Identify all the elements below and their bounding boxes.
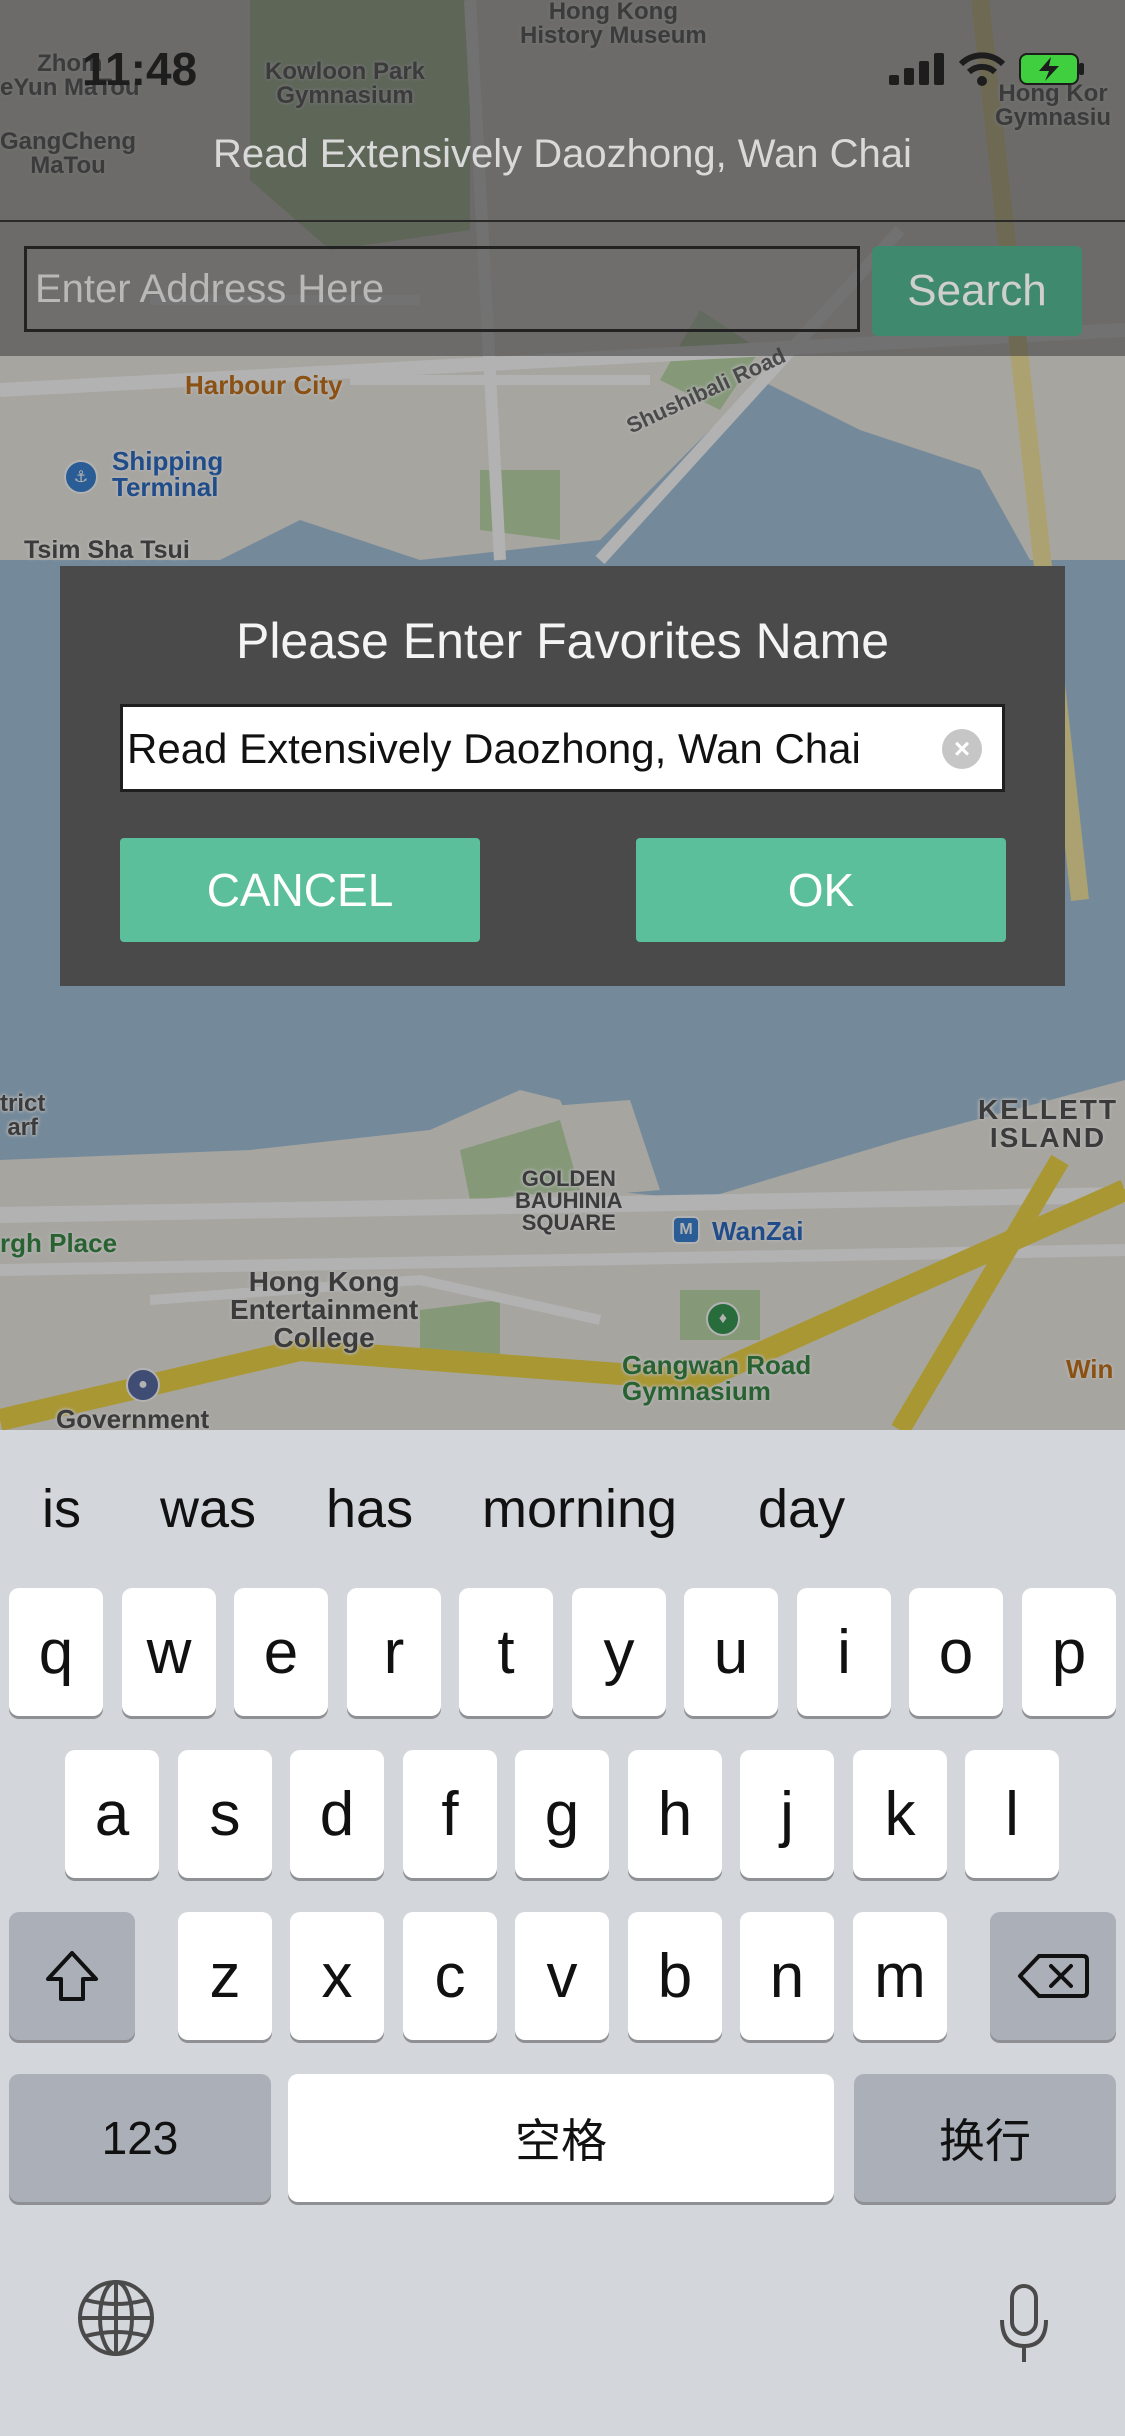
key-p[interactable]: p [1022,1588,1116,1716]
clear-text-icon[interactable]: × [942,729,982,769]
key-j[interactable]: j [740,1750,834,1878]
nav-divider [0,220,1125,222]
key-u[interactable]: u [684,1588,778,1716]
key-n[interactable]: n [740,1912,834,2040]
suggestion-item[interactable]: was [160,1478,256,1540]
key-i[interactable]: i [797,1588,891,1716]
keyboard: is was has morning day q w e r t y u i o… [0,1430,1125,2436]
favorites-name-dialog: Please Enter Favorites Name Read Extensi… [60,566,1065,986]
favorites-name-input[interactable]: Read Extensively Daozhong, Wan Chai × [120,704,1005,792]
favorites-name-value[interactable]: Read Extensively Daozhong, Wan Chai [127,725,861,773]
globe-icon[interactable] [76,2278,156,2358]
key-m[interactable]: m [853,1912,947,2040]
backspace-icon [1018,1954,1089,1998]
address-input[interactable] [24,246,860,332]
cancel-button[interactable]: CANCEL [120,838,480,942]
key-z[interactable]: z [178,1912,272,2040]
status-time: 11:48 [82,43,198,95]
shift-key[interactable] [9,1912,135,2040]
suggestion-bar: is was has morning day [0,1430,1125,1590]
space-key[interactable]: 空格 [288,2074,834,2202]
dialog-title: Please Enter Favorites Name [235,613,890,669]
key-a[interactable]: a [65,1750,159,1878]
key-y[interactable]: y [572,1588,666,1716]
key-k[interactable]: k [853,1750,947,1878]
shift-icon [46,1951,98,2001]
key-b[interactable]: b [628,1912,722,2040]
key-e[interactable]: e [234,1588,328,1716]
ok-button[interactable]: OK [636,838,1006,942]
key-h[interactable]: h [628,1750,722,1878]
suggestion-item[interactable]: has [326,1478,413,1540]
backspace-key[interactable] [990,1912,1116,2040]
key-q[interactable]: q [9,1588,103,1716]
suggestion-item[interactable]: day [758,1478,845,1540]
top-bar: 11:48 Read Extensively Daozhong, Wan Cha… [0,0,1125,356]
microphone-icon[interactable] [996,2282,1052,2366]
status-icons [889,52,1085,86]
key-v[interactable]: v [515,1912,609,2040]
key-o[interactable]: o [909,1588,1003,1716]
search-button[interactable]: Search [872,246,1082,336]
wifi-icon [959,52,1005,86]
return-key[interactable]: 换行 [854,2074,1116,2202]
nav-title: Read Extensively Daozhong, Wan Chai [213,132,912,176]
suggestion-item[interactable]: morning [482,1478,677,1540]
key-f[interactable]: f [403,1750,497,1878]
key-g[interactable]: g [515,1750,609,1878]
key-w[interactable]: w [122,1588,216,1716]
key-l[interactable]: l [965,1750,1059,1878]
key-x[interactable]: x [290,1912,384,2040]
key-r[interactable]: r [347,1588,441,1716]
suggestion-item[interactable]: is [42,1478,81,1540]
battery-charging-icon [1019,53,1084,85]
key-s[interactable]: s [178,1750,272,1878]
key-d[interactable]: d [290,1750,384,1878]
key-t[interactable]: t [459,1588,553,1716]
key-c[interactable]: c [403,1912,497,2040]
numbers-key[interactable]: 123 [9,2074,271,2202]
cellular-signal-icon [889,53,944,85]
